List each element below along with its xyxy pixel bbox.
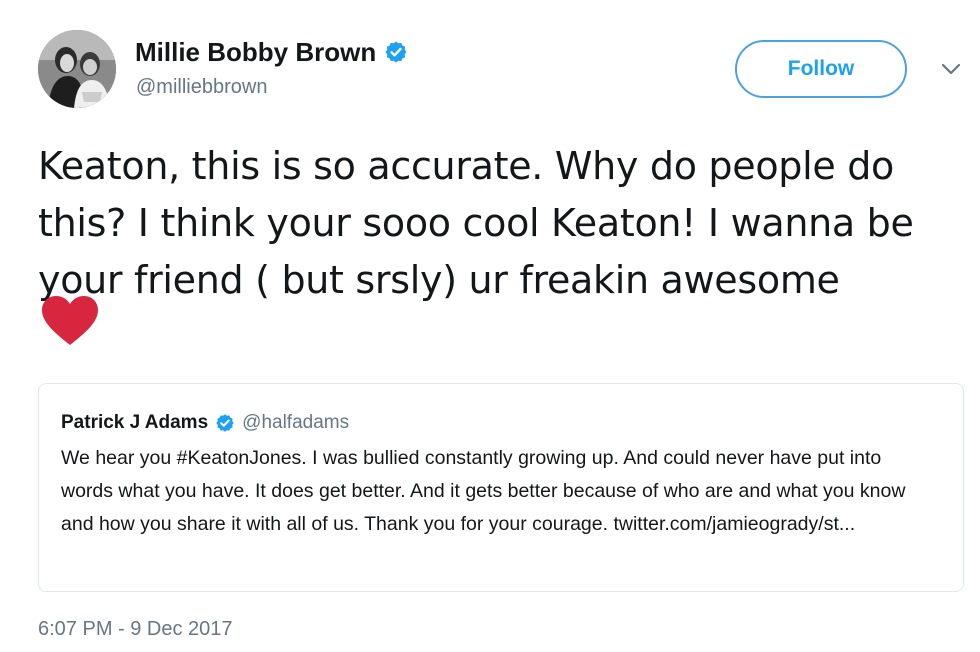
- quoted-tweet-header: Patrick J Adams @halfadams: [61, 410, 349, 436]
- follow-button[interactable]: Follow: [735, 40, 907, 98]
- verified-badge-icon: [216, 414, 234, 432]
- author-name[interactable]: Millie Bobby Brown: [135, 37, 376, 68]
- chevron-down-icon[interactable]: [940, 60, 962, 78]
- quoted-author-handle: @halfadams: [242, 412, 350, 433]
- quoted-tweet-text: We hear you #KeatonJones. I was bullied …: [61, 447, 906, 535]
- tweet-text: Keaton, this is so accurate. Why do peop…: [38, 144, 914, 302]
- author-handle[interactable]: @milliebbrown: [136, 76, 267, 99]
- quoted-author-name: Patrick J Adams: [61, 412, 209, 433]
- author-name-row: Millie Bobby Brown: [135, 32, 408, 72]
- tweet-timestamp[interactable]: 6:07 PM - 9 Dec 2017: [38, 618, 233, 641]
- avatar[interactable]: [38, 30, 116, 108]
- heart-icon: [42, 296, 98, 345]
- avatar-photo: [38, 30, 116, 108]
- quoted-tweet[interactable]: Patrick J Adams @halfadams We hear you #…: [38, 383, 964, 592]
- verified-badge-icon: [385, 41, 407, 63]
